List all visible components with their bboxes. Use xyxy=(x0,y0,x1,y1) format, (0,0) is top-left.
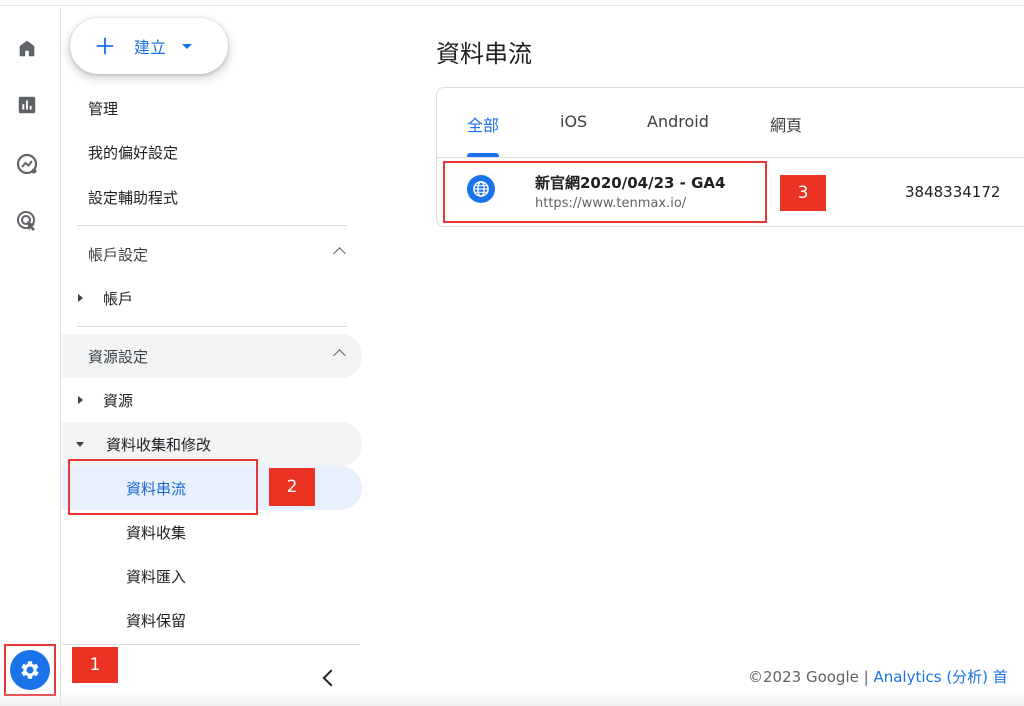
active-tab-indicator xyxy=(467,153,499,157)
create-button-label: 建立 xyxy=(134,38,167,57)
left-rail: 1 xyxy=(0,7,118,706)
footer-copyright: ©2023 Google | xyxy=(748,668,874,686)
account-settings-header[interactable]: 帳戶設定 xyxy=(62,232,362,276)
tab-all[interactable]: 全部 xyxy=(467,112,499,136)
chevron-up-icon xyxy=(333,247,346,260)
tree-item-label: 資源 xyxy=(103,391,134,410)
expand-right-icon xyxy=(78,294,83,302)
tree-item-label: 帳戶 xyxy=(103,289,134,308)
nav-item-setup-assistant[interactable]: 設定輔助程式 xyxy=(88,187,178,208)
annotation-badge-3: 3 xyxy=(780,175,826,211)
divider xyxy=(76,326,348,327)
streams-card: 全部 iOS Android 網頁 新官網2020/04/23 - GA4 ht… xyxy=(436,87,1024,227)
sub-item-data-retention[interactable]: 資料保留 xyxy=(62,598,362,642)
advertising-icon[interactable] xyxy=(13,207,41,235)
footer-analytics-link[interactable]: Analytics (分析) 首 xyxy=(873,668,1007,686)
tab-web[interactable]: 網頁 xyxy=(770,112,802,136)
expand-right-icon xyxy=(78,396,83,404)
footer: ©2023 Google | Analytics (分析) 首 xyxy=(748,666,1008,687)
expand-down-icon xyxy=(76,441,84,447)
sub-item-data-collection[interactable]: 資料收集 xyxy=(62,510,362,554)
create-button[interactable]: 建立 xyxy=(70,18,228,74)
highlight-box-3 xyxy=(443,161,767,223)
reports-icon[interactable] xyxy=(13,91,41,119)
stream-tabs: 全部 iOS Android 網頁 xyxy=(437,88,1024,158)
account-settings-title: 帳戶設定 xyxy=(88,245,149,264)
nav-item-preferences[interactable]: 我的偏好設定 xyxy=(88,142,178,163)
annotation-badge-2: 2 xyxy=(269,468,315,506)
admin-settings-button[interactable] xyxy=(4,644,56,696)
caret-down-icon xyxy=(182,43,193,49)
stream-id: 3848334172 xyxy=(905,183,1001,201)
plus-icon xyxy=(96,37,114,55)
main-content: 資料串流 全部 iOS Android 網頁 新官網2020/04/23 - G… xyxy=(364,7,1024,706)
tab-ios[interactable]: iOS xyxy=(560,112,587,131)
divider xyxy=(76,225,348,226)
highlight-box-2 xyxy=(68,459,258,515)
property-settings-title: 資源設定 xyxy=(88,347,149,366)
home-icon[interactable] xyxy=(13,34,41,62)
divider xyxy=(62,644,360,645)
tree-item-account[interactable]: 帳戶 xyxy=(62,276,362,320)
explore-icon[interactable] xyxy=(13,150,41,178)
property-settings-header[interactable]: 資源設定 xyxy=(62,334,362,378)
admin-nav-panel: 建立 管理 我的偏好設定 設定輔助程式 帳戶設定 帳戶 資源設定 資源 資料收集… xyxy=(62,7,364,706)
gear-icon xyxy=(10,650,50,690)
app-root: 1 建立 管理 我的偏好設定 設定輔助程式 帳戶設定 帳戶 資源設定 資源 資料… xyxy=(0,0,1024,706)
tab-android[interactable]: Android xyxy=(647,112,709,131)
page-title: 資料串流 xyxy=(436,40,532,68)
tree-item-label: 資料收集和修改 xyxy=(106,435,212,454)
sub-item-data-import[interactable]: 資料匯入 xyxy=(62,554,362,598)
nav-item-admin[interactable]: 管理 xyxy=(88,98,118,119)
collapse-chevron-icon[interactable] xyxy=(322,669,340,687)
tree-item-property[interactable]: 資源 xyxy=(62,378,362,422)
top-border xyxy=(0,0,1024,6)
chevron-up-icon xyxy=(333,349,346,362)
